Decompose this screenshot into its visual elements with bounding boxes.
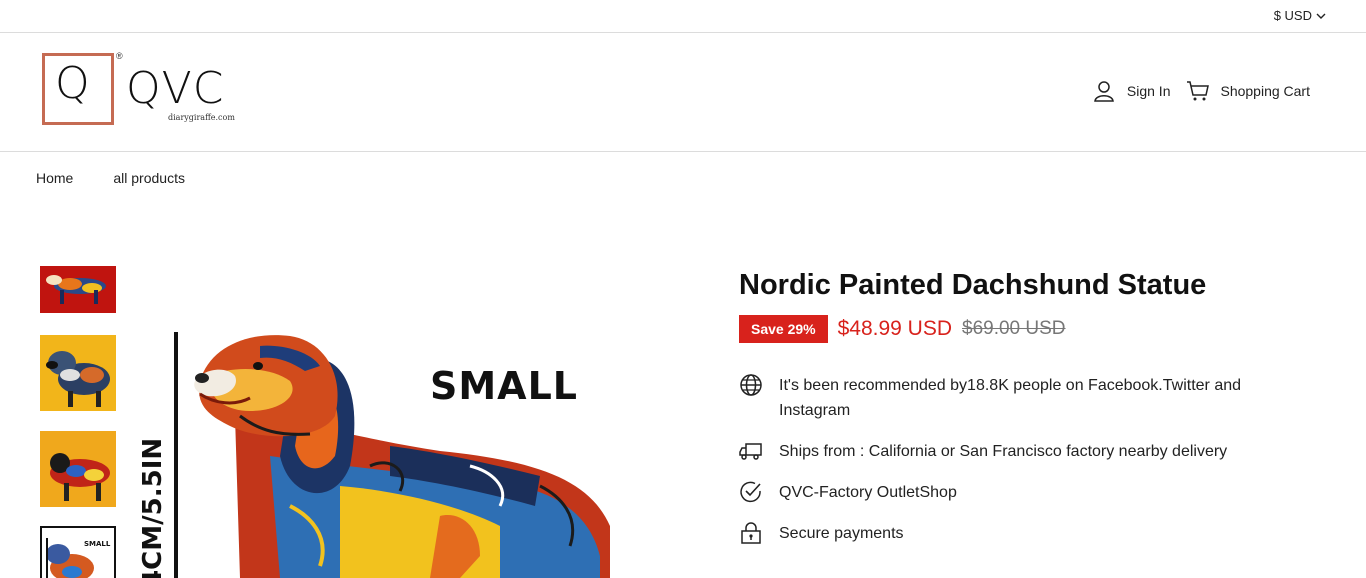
product-info: Nordic Painted Dachshund Statue Save 29%… [739, 266, 1339, 562]
thumbnail-1-image [40, 266, 116, 313]
globe-icon [740, 374, 762, 396]
feature-text-shipping: Ships from : California or San Francisco… [779, 443, 1228, 460]
feature-text-secure: Secure payments [779, 525, 904, 542]
nav-item-all-products[interactable]: all products [113, 170, 185, 186]
size-label: SMALL [430, 364, 579, 408]
thumbnail-2[interactable] [40, 335, 116, 411]
logo-wordmark: QVC [126, 63, 225, 114]
thumbnail-4-selected[interactable]: SMALL [40, 526, 116, 578]
dimension-label: 14CM/5.5IN [140, 437, 168, 578]
thumbnail-2-image [40, 335, 116, 411]
cart-icon [1187, 81, 1210, 101]
check-circle-icon [740, 481, 761, 503]
truck-icon [739, 443, 762, 460]
feature-text-recommended: It's been recommended by18.8K people on … [779, 377, 1242, 419]
thumbnail-4-image: SMALL [42, 528, 114, 578]
dimension-line [174, 332, 178, 578]
header-links: Sign In Shopping Cart [1093, 79, 1310, 103]
chevron-down-icon [1316, 13, 1326, 19]
feature-list: It's been recommended by18.8K people on … [739, 373, 1339, 546]
site-header: Q ® QVC diarygiraffe.com Sign In Shoppin… [0, 33, 1366, 152]
lock-icon [741, 522, 761, 544]
dachshund-image [140, 266, 660, 578]
currency-label: $ USD [1273, 8, 1312, 23]
site-logo[interactable]: Q ® QVC diarygiraffe.com [40, 51, 240, 131]
sign-in-label: Sign In [1126, 83, 1171, 99]
user-icon [1094, 81, 1114, 102]
save-badge: Save 29% [739, 315, 828, 343]
logo-domain: diarygiraffe.com [168, 113, 235, 122]
sale-price: $48.99 USD [837, 317, 953, 340]
feature-item-recommended: It's been recommended by18.8K people on … [739, 373, 1339, 423]
compare-price: $69.00 USD [962, 318, 1066, 339]
currency-selector[interactable]: $ USD [1274, 8, 1326, 23]
price-row: Save 29% $48.99 USD $69.00 USD [739, 315, 1339, 343]
cart-label: Shopping Cart [1220, 83, 1310, 99]
nav-item-home[interactable]: Home [36, 170, 73, 186]
logo-registered-mark: ® [116, 51, 123, 61]
feature-item-shipping: Ships from : California or San Francisco… [739, 439, 1339, 464]
product-title: Nordic Painted Dachshund Statue [739, 269, 1207, 301]
logo-letter: Q [55, 58, 90, 109]
thumbnail-3-image [40, 431, 116, 507]
feature-item-outlet: QVC-Factory OutletShop [739, 480, 1339, 505]
shopping-cart-link[interactable]: Shopping Cart [1186, 79, 1310, 103]
sign-in-link[interactable]: Sign In [1093, 79, 1171, 103]
thumbnail-4-label: SMALL [84, 540, 111, 548]
top-bar: $ USD [0, 0, 1366, 33]
feature-item-secure: Secure payments [739, 521, 1339, 546]
thumbnail-list: SMALL [40, 266, 116, 578]
main-product-image[interactable]: 14CM/5.5IN SMALL [140, 266, 660, 578]
thumbnail-3[interactable] [40, 431, 116, 507]
feature-text-outlet: QVC-Factory OutletShop [779, 484, 957, 501]
main-nav: Home all products [36, 170, 185, 186]
thumbnail-1[interactable] [40, 266, 116, 313]
